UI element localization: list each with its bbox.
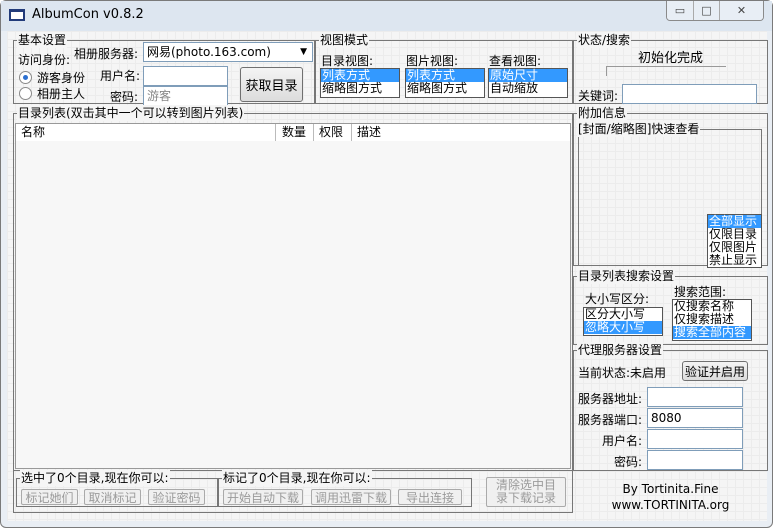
- proxy-user-label: 用户名:: [602, 434, 643, 448]
- window-title: AlbumCon v0.8.2: [32, 7, 144, 22]
- case-list[interactable]: 区分大小写 忽略大小写: [583, 307, 663, 336]
- proxy-port-label: 服务器端口:: [578, 413, 643, 427]
- view-mode-group: 视图模式 目录视图: 列表方式 缩略图方式 图片视图: 列表方式 缩略图方式 查…: [315, 32, 573, 104]
- look-view-option[interactable]: 自动缩放: [489, 82, 567, 95]
- proxy-pass-label: 密码:: [614, 455, 643, 469]
- selected-actions-legend: 选中了0个目录,现在你可以:: [20, 470, 170, 486]
- owner-radio-label: 相册主人: [37, 87, 86, 101]
- maximize-button[interactable]: □: [693, 1, 719, 20]
- export-links-button[interactable]: 导出连接: [398, 489, 462, 505]
- marked-actions-group: 标记了0个目录,现在你可以: 开始自动下载 调用迅雷下载 导出连接: [218, 470, 472, 507]
- search-settings-group: 目录列表搜索设置 大小写区分: 区分大小写 忽略大小写 搜索范围: 仅搜索名称 …: [573, 268, 768, 345]
- progress-bar: [606, 66, 726, 76]
- keyword-input[interactable]: [622, 84, 757, 104]
- proxy-port-input[interactable]: 8080: [647, 408, 743, 428]
- proxy-address-label: 服务器地址:: [578, 392, 643, 406]
- proxy-user-input[interactable]: [647, 429, 743, 449]
- case-option[interactable]: 忽略大小写: [584, 321, 662, 334]
- server-label: 相册服务器:: [74, 47, 139, 61]
- close-button[interactable]: ✕: [719, 1, 763, 20]
- search-settings-legend: 目录列表搜索设置: [577, 268, 676, 284]
- username-input[interactable]: [143, 66, 228, 86]
- dir-view-list[interactable]: 列表方式 缩略图方式: [320, 68, 400, 98]
- app-icon: [9, 9, 25, 21]
- preview-legend: [封面/缩略图]快速查看: [577, 121, 701, 137]
- identity-label: 访问身份:: [18, 53, 71, 67]
- proxy-address-input[interactable]: [647, 387, 743, 407]
- title-bar[interactable]: AlbumCon v0.8.2 ▭ □ ✕: [1, 1, 772, 31]
- chevron-down-icon: ▼: [300, 47, 307, 57]
- status-message: 初始化完成: [637, 51, 703, 66]
- credits-author: By Tortinita.Fine: [622, 482, 719, 496]
- dir-view-label: 目录视图:: [321, 54, 374, 68]
- unmark-button[interactable]: 取消标记: [84, 489, 141, 505]
- mark-them-button[interactable]: 标记她们: [21, 489, 78, 505]
- credits: By Tortinita.Fine www.TORTINITA.org: [573, 481, 768, 513]
- proxy-pass-input[interactable]: [647, 450, 743, 470]
- basic-settings-legend: 基本设置: [17, 32, 68, 48]
- directory-table[interactable]: 名称 数量 权限 描述: [15, 123, 571, 469]
- clear-download-records-button[interactable]: 清除选中目录下载记录: [486, 477, 566, 507]
- range-option[interactable]: 搜索全部内容: [673, 326, 751, 339]
- credits-website[interactable]: www.TORTINITA.org: [573, 497, 768, 513]
- server-select[interactable]: 网易(photo.163.com) ▼: [143, 42, 313, 62]
- column-header-permission[interactable]: 权限: [314, 124, 352, 141]
- status-search-group: 状态/搜索 初始化完成 关键词:: [573, 32, 768, 104]
- client-area: 基本设置 访问身份: 相册服务器: 网易(photo.163.com) ▼ 游客身…: [7, 31, 768, 521]
- status-search-legend: 状态/搜索: [577, 32, 632, 48]
- app-window: AlbumCon v0.8.2 ▭ □ ✕ 基本设置 访问身份: 相册服务器: …: [0, 0, 773, 528]
- owner-radio[interactable]: [19, 87, 32, 100]
- proxy-settings-legend: 代理服务器设置: [577, 342, 664, 358]
- keyword-label: 关键词:: [578, 89, 619, 103]
- auto-download-button[interactable]: 开始自动下载: [223, 489, 303, 505]
- range-list[interactable]: 仅搜索名称 仅搜索描述 搜索全部内容: [672, 299, 752, 341]
- password-label: 密码:: [110, 90, 139, 104]
- pic-view-label: 图片视图:: [406, 54, 459, 68]
- look-view-list[interactable]: 原始尺寸 自动缩放: [488, 68, 568, 98]
- proxy-settings-group: 代理服务器设置 当前状态:未启用 验证并启用 服务器地址: 服务器端口: 808…: [573, 342, 768, 471]
- look-view-label: 查看视图:: [489, 54, 542, 68]
- marked-actions-legend: 标记了0个目录,现在你可以:: [222, 470, 372, 486]
- selected-actions-group: 选中了0个目录,现在你可以: 标记她们 取消标记 验证密码: [16, 470, 218, 507]
- verify-enable-button[interactable]: 验证并启用: [682, 361, 748, 381]
- pic-view-option[interactable]: 缩略图方式: [406, 82, 484, 95]
- password-input[interactable]: 游客: [143, 86, 228, 106]
- dir-view-option[interactable]: 缩略图方式: [321, 82, 399, 95]
- username-label: 用户名:: [100, 69, 141, 83]
- display-filter-list[interactable]: 全部显示 仅限目录 仅限图片 禁止显示: [707, 214, 762, 268]
- guest-radio-label: 游客身份: [37, 71, 86, 85]
- range-label: 搜索范围:: [674, 285, 727, 299]
- directory-list-group: 目录列表(双击其中一个可以转到图片列表) 名称 数量 权限 描述: [13, 105, 573, 471]
- column-header-description[interactable]: 描述: [352, 124, 570, 141]
- extra-info-legend: 附加信息: [577, 105, 628, 121]
- basic-settings-group: 基本设置 访问身份: 相册服务器: 网易(photo.163.com) ▼ 游客身…: [13, 32, 315, 106]
- view-mode-legend: 视图模式: [319, 32, 370, 48]
- server-select-value: 网易(photo.163.com): [147, 45, 271, 59]
- thunder-download-button[interactable]: 调用迅雷下载: [311, 489, 391, 505]
- pic-view-list[interactable]: 列表方式 缩略图方式: [405, 68, 485, 98]
- verify-password-button[interactable]: 验证密码: [148, 489, 205, 505]
- fetch-directory-button[interactable]: 获取目录: [240, 67, 303, 102]
- guest-radio[interactable]: [19, 71, 32, 84]
- proxy-state: 当前状态:未启用: [578, 366, 667, 380]
- extra-info-group: 附加信息 [封面/缩略图]快速查看 全部显示 仅限目录 仅限图片 禁止显示: [573, 105, 768, 268]
- column-header-name[interactable]: 名称: [16, 124, 276, 141]
- case-label: 大小写区分:: [585, 292, 650, 306]
- minimize-button[interactable]: ▭: [667, 1, 693, 20]
- preview-group: [封面/缩略图]快速查看 全部显示 仅限目录 仅限图片 禁止显示: [577, 121, 762, 268]
- display-filter-option[interactable]: 禁止显示: [708, 254, 761, 267]
- directory-list-legend: 目录列表(双击其中一个可以转到图片列表): [17, 105, 245, 121]
- column-header-count[interactable]: 数量: [276, 124, 314, 141]
